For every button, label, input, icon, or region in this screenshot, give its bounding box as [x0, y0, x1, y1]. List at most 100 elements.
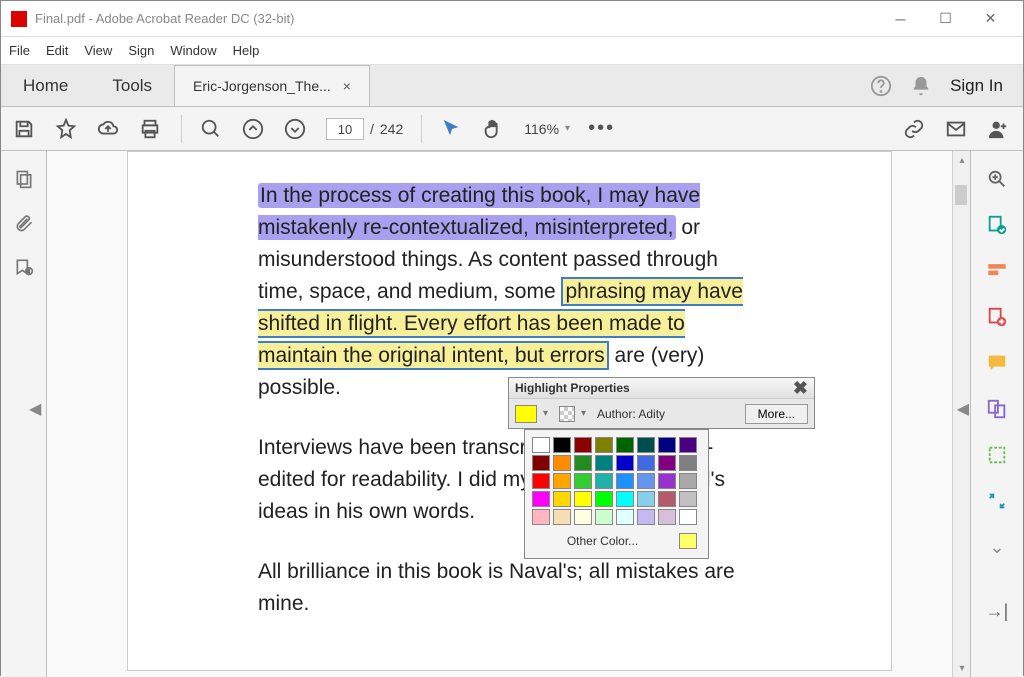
color-cell[interactable]: [679, 473, 697, 489]
expand-tools-icon[interactable]: ⌄: [983, 533, 1011, 561]
maximize-button[interactable]: ☐: [923, 1, 968, 37]
scroll-down-icon[interactable]: ▾: [953, 659, 971, 677]
color-cell[interactable]: [637, 437, 655, 453]
color-cell[interactable]: [532, 455, 550, 471]
more-button[interactable]: More...: [745, 404, 808, 424]
select-tool-icon[interactable]: [440, 118, 464, 140]
hand-tool-icon[interactable]: [482, 118, 506, 140]
tab-close-icon[interactable]: ×: [343, 78, 351, 94]
right-collapse-icon[interactable]: ◀: [957, 399, 969, 419]
other-color-button[interactable]: Other Color...: [536, 534, 669, 548]
color-cell[interactable]: [595, 437, 613, 453]
bookmark-icon[interactable]: i: [14, 257, 34, 277]
menu-help[interactable]: Help: [233, 43, 260, 58]
color-cell[interactable]: [574, 509, 592, 525]
color-cell[interactable]: [658, 455, 676, 471]
menu-sign[interactable]: Sign: [128, 43, 154, 58]
color-cell[interactable]: [658, 491, 676, 507]
color-cell[interactable]: [553, 437, 571, 453]
color-cell[interactable]: [553, 491, 571, 507]
color-cell[interactable]: [616, 509, 634, 525]
attachment-icon[interactable]: [14, 213, 34, 233]
popup-close-icon[interactable]: ✖: [793, 378, 808, 399]
create-pdf-icon[interactable]: [983, 303, 1011, 331]
color-cell[interactable]: [637, 455, 655, 471]
popup-header[interactable]: Highlight Properties ✖: [509, 378, 814, 398]
collapse-pane-icon[interactable]: →|: [983, 597, 1011, 625]
comment-icon[interactable]: [983, 349, 1011, 377]
page-down-icon[interactable]: [284, 118, 308, 140]
star-icon[interactable]: [55, 118, 79, 140]
zoom-icon[interactable]: [200, 118, 224, 140]
print-icon[interactable]: [139, 118, 163, 140]
chevron-down-icon[interactable]: ▾: [581, 408, 591, 419]
color-cell[interactable]: [595, 509, 613, 525]
color-cell[interactable]: [616, 491, 634, 507]
color-cell[interactable]: [574, 455, 592, 471]
color-cell[interactable]: [532, 491, 550, 507]
page-up-icon[interactable]: [242, 118, 266, 140]
scrollbar-thumb[interactable]: [955, 185, 967, 205]
email-icon[interactable]: [945, 118, 969, 140]
color-cell[interactable]: [532, 473, 550, 489]
color-cell[interactable]: [679, 509, 697, 525]
color-cell[interactable]: [679, 437, 697, 453]
minimize-button[interactable]: ─: [878, 1, 923, 37]
export-pdf-icon[interactable]: [983, 211, 1011, 239]
tab-tools[interactable]: Tools: [90, 65, 174, 106]
color-cell[interactable]: [658, 473, 676, 489]
edit-pdf-icon[interactable]: [983, 257, 1011, 285]
color-picker[interactable]: Other Color...: [524, 429, 709, 559]
highlight-properties-popup[interactable]: Highlight Properties ✖ ▾ ▾ Author: Adity…: [508, 377, 815, 429]
help-icon[interactable]: [870, 75, 892, 97]
color-cell[interactable]: [616, 437, 634, 453]
color-cell[interactable]: [532, 437, 550, 453]
color-cell[interactable]: [553, 455, 571, 471]
page-current-input[interactable]: 10: [326, 118, 364, 140]
tab-document[interactable]: Eric-Jorgenson_The... ×: [174, 65, 370, 106]
combine-files-icon[interactable]: [983, 395, 1011, 423]
bell-icon[interactable]: [910, 75, 932, 97]
highlight-purple-1[interactable]: In the process of creating this book, I …: [258, 183, 700, 240]
zoom-display[interactable]: 116% ▾: [524, 121, 570, 137]
opacity-button[interactable]: [559, 406, 575, 422]
save-icon[interactable]: [13, 118, 37, 140]
color-cell[interactable]: [553, 509, 571, 525]
color-cell[interactable]: [574, 491, 592, 507]
color-cell[interactable]: [658, 509, 676, 525]
scroll-up-icon[interactable]: ▴: [953, 151, 971, 169]
color-cell[interactable]: [658, 437, 676, 453]
color-cell[interactable]: [595, 455, 613, 471]
organize-pages-icon[interactable]: [983, 441, 1011, 469]
color-cell[interactable]: [637, 473, 655, 489]
share-link-icon[interactable]: [903, 118, 927, 140]
color-cell[interactable]: [553, 473, 571, 489]
compress-pdf-icon[interactable]: [983, 487, 1011, 515]
menu-window[interactable]: Window: [170, 43, 216, 58]
menu-file[interactable]: File: [9, 43, 30, 58]
color-cell[interactable]: [679, 491, 697, 507]
cloud-upload-icon[interactable]: [97, 118, 121, 140]
color-cell[interactable]: [616, 473, 634, 489]
color-cell[interactable]: [637, 491, 655, 507]
color-cell[interactable]: [616, 455, 634, 471]
menu-view[interactable]: View: [84, 43, 112, 58]
color-cell[interactable]: [679, 455, 697, 471]
color-swatch-button[interactable]: [515, 405, 537, 423]
chevron-down-icon[interactable]: ▾: [543, 408, 553, 419]
color-cell[interactable]: [574, 437, 592, 453]
more-icon[interactable]: •••: [588, 117, 612, 140]
left-collapse-icon[interactable]: ◀: [29, 399, 41, 419]
color-cell[interactable]: [595, 491, 613, 507]
color-cell[interactable]: [595, 473, 613, 489]
color-cell[interactable]: [532, 509, 550, 525]
menu-edit[interactable]: Edit: [46, 43, 68, 58]
add-person-icon[interactable]: [987, 118, 1011, 140]
tab-home[interactable]: Home: [1, 65, 90, 106]
close-button[interactable]: ✕: [968, 1, 1013, 37]
color-cell[interactable]: [574, 473, 592, 489]
signin-button[interactable]: Sign In: [950, 76, 1003, 96]
color-cell[interactable]: [637, 509, 655, 525]
thumbnails-icon[interactable]: [14, 169, 34, 189]
search-tool-icon[interactable]: [983, 165, 1011, 193]
